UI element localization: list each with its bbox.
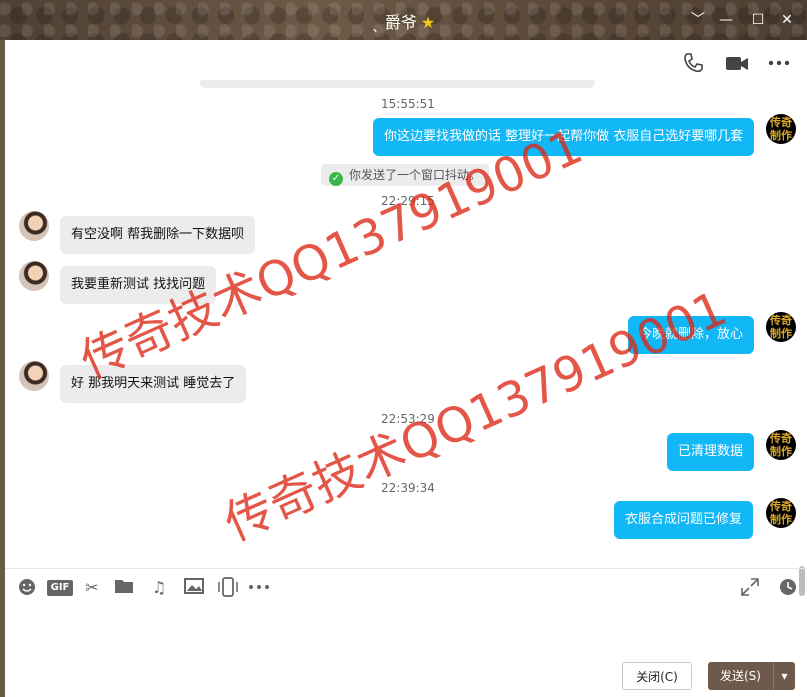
scrollbar[interactable] [799, 128, 805, 608]
maximize-button[interactable]: ☐ [748, 10, 768, 30]
send-options-button[interactable]: ▾ [773, 662, 795, 690]
my-avatar[interactable]: 传奇制作 [766, 114, 796, 144]
star-icon: ★ [420, 13, 436, 32]
minimize-button[interactable]: — [716, 10, 736, 30]
folder-icon[interactable] [113, 577, 135, 599]
more-icon[interactable] [766, 52, 792, 78]
image-icon[interactable] [183, 577, 205, 599]
scissors-icon[interactable]: ✂ [81, 577, 103, 599]
my-avatar[interactable]: 传奇制作 [766, 312, 796, 342]
shake-icon[interactable] [217, 577, 239, 599]
chat-window: 15:55:51 你这边要找我做的话 整理好一起帮你做 衣服自己选好要哪几套 传… [5, 40, 807, 697]
timestamp: 22:29:15 [381, 194, 435, 208]
timestamp: 22:39:34 [381, 481, 435, 495]
message-bubble[interactable]: 已清理数据 [667, 433, 755, 471]
music-icon[interactable]: ♫ [148, 577, 170, 599]
contact-avatar[interactable] [19, 211, 49, 241]
system-notice: ✓ 你发送了一个窗口抖动。 [321, 164, 490, 186]
previous-message-edge [200, 80, 595, 88]
emoji-icon[interactable] [16, 577, 38, 599]
message-bubble[interactable]: 今晚就删除，放心 [628, 316, 755, 354]
contact-name: 爵爷 [384, 13, 417, 32]
message-bubble[interactable]: 衣服合成问题已修复 [614, 501, 754, 539]
expand-icon[interactable] [739, 577, 761, 599]
my-avatar[interactable]: 传奇制作 [766, 430, 796, 460]
close-window-button[interactable]: ✕ [777, 10, 797, 30]
message-bubble[interactable]: 我要重新测试 找找问题 [60, 266, 217, 304]
dropdown-button[interactable]: ﹀ [688, 10, 708, 30]
title-bar: ˎ 爵爷 ★ ﹀ — ☐ ✕ [0, 0, 807, 40]
timestamp: 22:53:29 [381, 412, 435, 426]
my-avatar[interactable]: 传奇制作 [766, 498, 796, 528]
gif-icon[interactable]: GIF [47, 580, 73, 596]
input-toolbar: GIF ✂ ♫ [5, 568, 807, 609]
contact-avatar[interactable] [19, 261, 49, 291]
contact-avatar[interactable] [19, 361, 49, 391]
send-button[interactable]: 发送(S) [708, 662, 773, 690]
phone-icon[interactable] [680, 52, 706, 78]
close-button[interactable]: 关闭(C) [622, 662, 692, 690]
message-bubble[interactable]: 你这边要找我做的话 整理好一起帮你做 衣服自己选好要哪几套 [373, 118, 755, 156]
history-icon[interactable] [777, 577, 799, 599]
message-input[interactable] [5, 608, 807, 668]
message-list[interactable]: 15:55:51 你这边要找我做的话 整理好一起帮你做 衣服自己选好要哪几套 传… [5, 80, 807, 596]
message-bubble[interactable]: 有空没啊 帮我删除一下数据呗 [60, 216, 256, 254]
video-icon[interactable] [724, 52, 750, 78]
timestamp: 15:55:51 [381, 97, 435, 111]
system-notice-text: 你发送了一个窗口抖动。 [349, 168, 482, 182]
title-tick: ˎ [371, 13, 385, 32]
window-title: ˎ 爵爷 ★ [0, 9, 807, 33]
message-bubble[interactable]: 好 那我明天来测试 睡觉去了 [60, 365, 247, 403]
check-icon: ✓ [329, 172, 343, 186]
more-icon[interactable] [248, 577, 270, 599]
